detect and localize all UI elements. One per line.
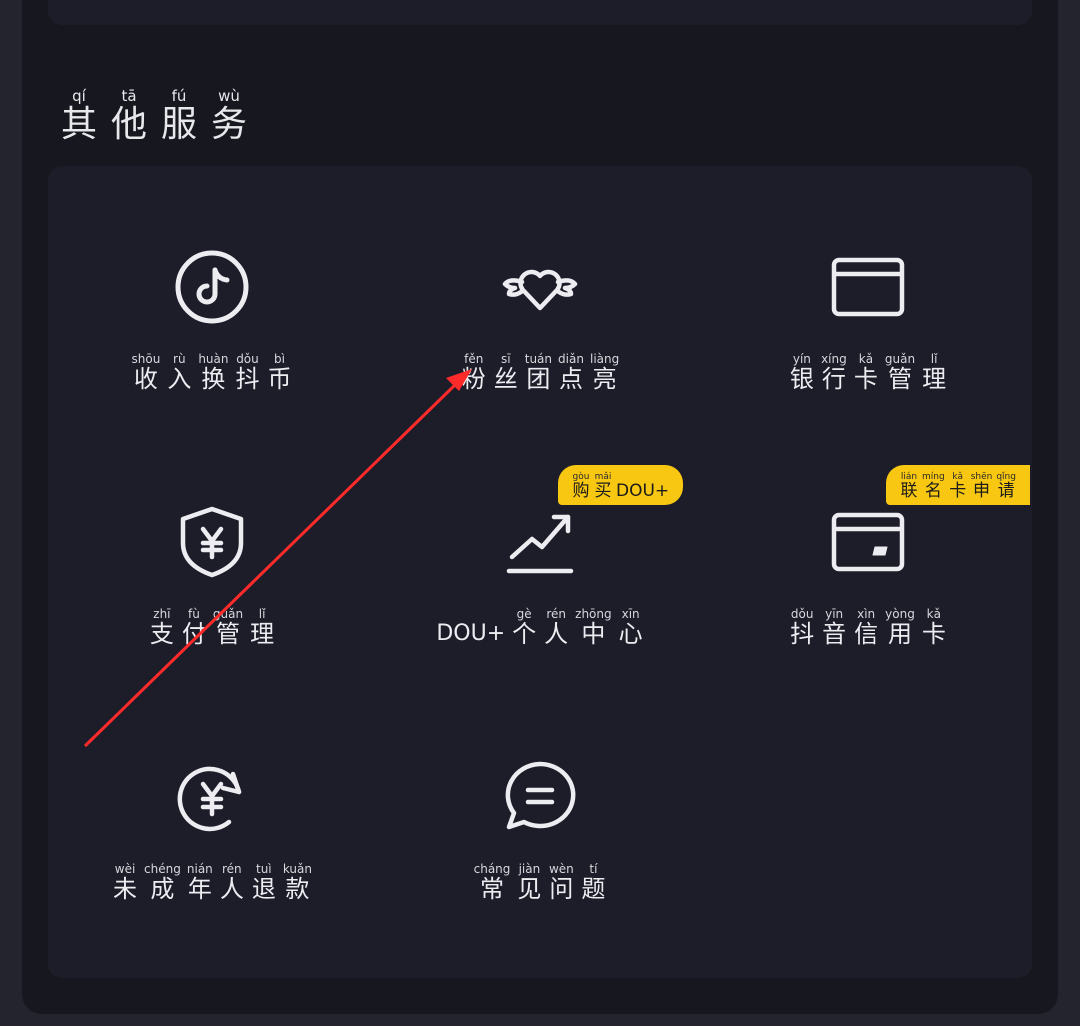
tile-label: shōu 收 rù 入 huàn 换 dǒu 抖 bì 币 bbox=[131, 352, 292, 393]
winged-heart-icon bbox=[495, 242, 585, 332]
tile-label: fěn 粉 sī 丝 tuán 团 diǎn 点 liàng 亮 bbox=[461, 352, 620, 393]
title-char: qí 其 bbox=[60, 87, 97, 145]
yuan-refresh-icon bbox=[167, 752, 257, 842]
previous-section-card bbox=[48, 0, 1032, 25]
dou-plus-center-button[interactable]: DOU+ gè 个 rén 人 zhōng 中 xīn 心 bbox=[376, 421, 704, 651]
tile-label: wèi 未 chéng 成 nián 年 rén 人 tuì 退 kuǎn 款 bbox=[113, 862, 312, 903]
title-char: tā 他 bbox=[110, 87, 147, 145]
yuan-shield-icon bbox=[167, 497, 257, 587]
trend-up-icon bbox=[495, 497, 585, 587]
buy-dou-plus-badge[interactable]: gòu 购 mǎi 买 DOU+ bbox=[558, 465, 684, 505]
title-char: wù 务 bbox=[210, 87, 247, 145]
douyin-coin-icon bbox=[167, 242, 257, 332]
bank-card-icon bbox=[823, 242, 913, 332]
bank-card-management-button[interactable]: yín 银 xíng 行 kǎ 卡 guǎn 管 lǐ 理 bbox=[704, 166, 1032, 396]
co-branded-card-apply-badge[interactable]: lián 联 míng 名 kǎ 卡 shēn 申 qǐng 请 bbox=[886, 465, 1030, 505]
income-exchange-button[interactable]: shōu 收 rù 入 huàn 换 dǒu 抖 bì 币 bbox=[48, 166, 376, 396]
title-char: fú 服 bbox=[160, 87, 197, 145]
tile-label: dǒu 抖 yīn 音 xìn 信 yòng 用 kǎ 卡 bbox=[790, 607, 946, 648]
credit-card-icon bbox=[823, 497, 913, 587]
tile-label: zhī 支 fù 付 guǎn 管 lǐ 理 bbox=[149, 607, 275, 648]
services-grid: shōu 收 rù 入 huàn 换 dǒu 抖 bì 币 fěn 粉 sī 丝 tuán 团 … bbox=[48, 166, 1032, 978]
faq-button[interactable]: cháng 常 jiàn 见 wèn 问 tí 题 bbox=[376, 676, 704, 906]
fan-group-light-up-button[interactable]: fěn 粉 sī 丝 tuán 团 diǎn 点 liàng 亮 bbox=[376, 166, 704, 396]
minor-refund-button[interactable]: wèi 未 chéng 成 nián 年 rén 人 tuì 退 kuǎn 款 bbox=[48, 676, 376, 906]
tile-label: cháng 常 jiàn 见 wèn 问 tí 题 bbox=[473, 862, 606, 903]
tile-label: DOU+ gè 个 rén 人 zhōng 中 xīn 心 bbox=[436, 607, 643, 648]
tile-label: yín 银 xíng 行 kǎ 卡 guǎn 管 lǐ 理 bbox=[789, 352, 947, 393]
chat-bubble-icon bbox=[495, 752, 585, 842]
section-title-other-services: qí 其 tā 他 fú 服 wù 务 bbox=[56, 88, 252, 145]
douyin-credit-card-button[interactable]: dǒu 抖 yīn 音 xìn 信 yòng 用 kǎ 卡 bbox=[704, 421, 1032, 651]
payment-management-button[interactable]: zhī 支 fù 付 guǎn 管 lǐ 理 bbox=[48, 421, 376, 651]
